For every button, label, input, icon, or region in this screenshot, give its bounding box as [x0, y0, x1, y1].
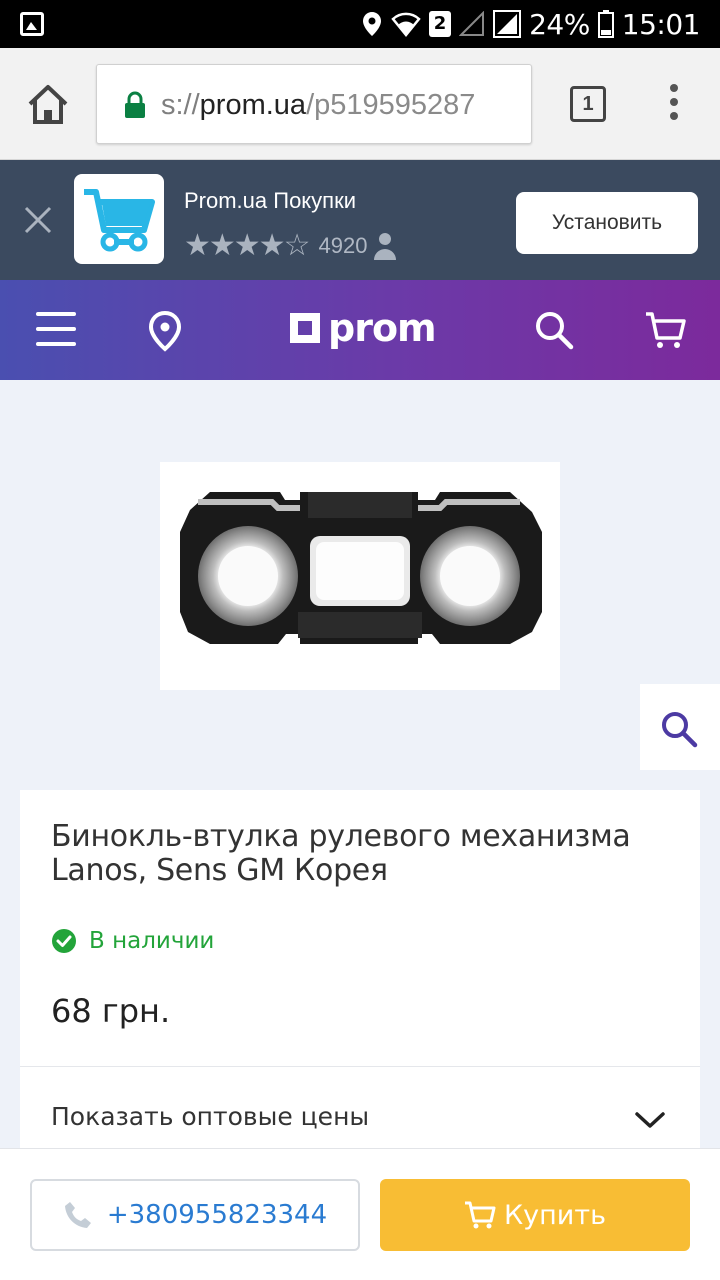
- product-card: Бинокль-втулка рулевого механизма Lanos,…: [20, 790, 700, 1190]
- buy-label: Купить: [504, 1199, 606, 1231]
- signal-icon: [493, 10, 522, 38]
- lock-icon: [125, 91, 145, 118]
- location-pin-icon[interactable]: [146, 310, 184, 352]
- tab-switcher-button[interactable]: 1: [570, 86, 606, 122]
- status-bar-right: 2 24% 15:01: [361, 0, 701, 48]
- app-icon: [74, 174, 164, 264]
- shopping-cart-icon: [84, 189, 155, 252]
- app-install-banner: Prom.ua Покупки ★★★★☆ 4920 Установить: [0, 160, 720, 280]
- site-header: prom: [0, 280, 720, 380]
- app-name: Prom.ua Покупки: [184, 188, 357, 213]
- wifi-icon: [391, 12, 421, 37]
- battery-percent: 24%: [529, 7, 590, 41]
- browser-menu-button[interactable]: [664, 84, 684, 124]
- steering-bushing-image: [180, 492, 542, 644]
- rating-stars: ★★★★☆: [184, 228, 310, 263]
- clock: 15:01: [621, 7, 701, 41]
- battery-icon: [597, 10, 614, 38]
- phone-number: +380955823344: [106, 1200, 328, 1230]
- logo-mark: [290, 313, 320, 343]
- user-icon: [374, 233, 397, 260]
- home-icon: [28, 85, 68, 124]
- prom-logo[interactable]: prom: [290, 306, 437, 350]
- location-icon: [363, 12, 382, 36]
- call-button[interactable]: +380955823344: [30, 1179, 360, 1251]
- availability-status: В наличии: [51, 928, 214, 954]
- product-image[interactable]: [160, 462, 560, 690]
- home-button[interactable]: [24, 82, 72, 126]
- zoom-button[interactable]: [640, 684, 720, 770]
- divider: [20, 1066, 700, 1067]
- availability-text: В наличии: [89, 928, 215, 954]
- rating-count: 4920: [318, 233, 368, 258]
- app-rating: ★★★★☆ 4920: [184, 230, 397, 262]
- install-button[interactable]: Установить: [516, 192, 698, 254]
- url-text: s://prom.ua/p519595287: [161, 65, 476, 143]
- search-icon[interactable]: [534, 310, 574, 350]
- sim-slot-badge: 2: [429, 11, 452, 37]
- chevron-down-icon[interactable]: [634, 1110, 666, 1130]
- bottom-action-bar: +380955823344 Купить: [0, 1148, 720, 1280]
- signal-empty-icon: [459, 11, 485, 36]
- address-bar[interactable]: s://prom.ua/p519595287: [96, 64, 532, 144]
- gallery-notification-icon: [20, 12, 44, 36]
- close-icon[interactable]: [22, 204, 54, 236]
- status-bar: 2 24% 15:01: [0, 0, 720, 48]
- product-price: 68 грн.: [51, 992, 171, 1030]
- wholesale-prices-toggle[interactable]: Показать оптовые цены: [51, 1102, 369, 1131]
- phone-icon: [64, 1202, 91, 1228]
- product-title: Бинокль-втулка рулевого механизма Lanos,…: [51, 819, 631, 888]
- cart-icon: [465, 1201, 496, 1229]
- check-circle-icon: [52, 929, 76, 953]
- buy-button[interactable]: Купить: [380, 1179, 690, 1251]
- url-path: /p519595287: [306, 89, 476, 121]
- logo-text: prom: [328, 306, 437, 350]
- menu-icon[interactable]: [36, 312, 76, 348]
- magnifier-icon: [662, 712, 698, 748]
- url-scheme: s://: [161, 89, 200, 121]
- url-host: prom.ua: [199, 89, 307, 121]
- cart-icon[interactable]: [644, 310, 686, 350]
- browser-toolbar: s://prom.ua/p519595287 1: [0, 48, 720, 160]
